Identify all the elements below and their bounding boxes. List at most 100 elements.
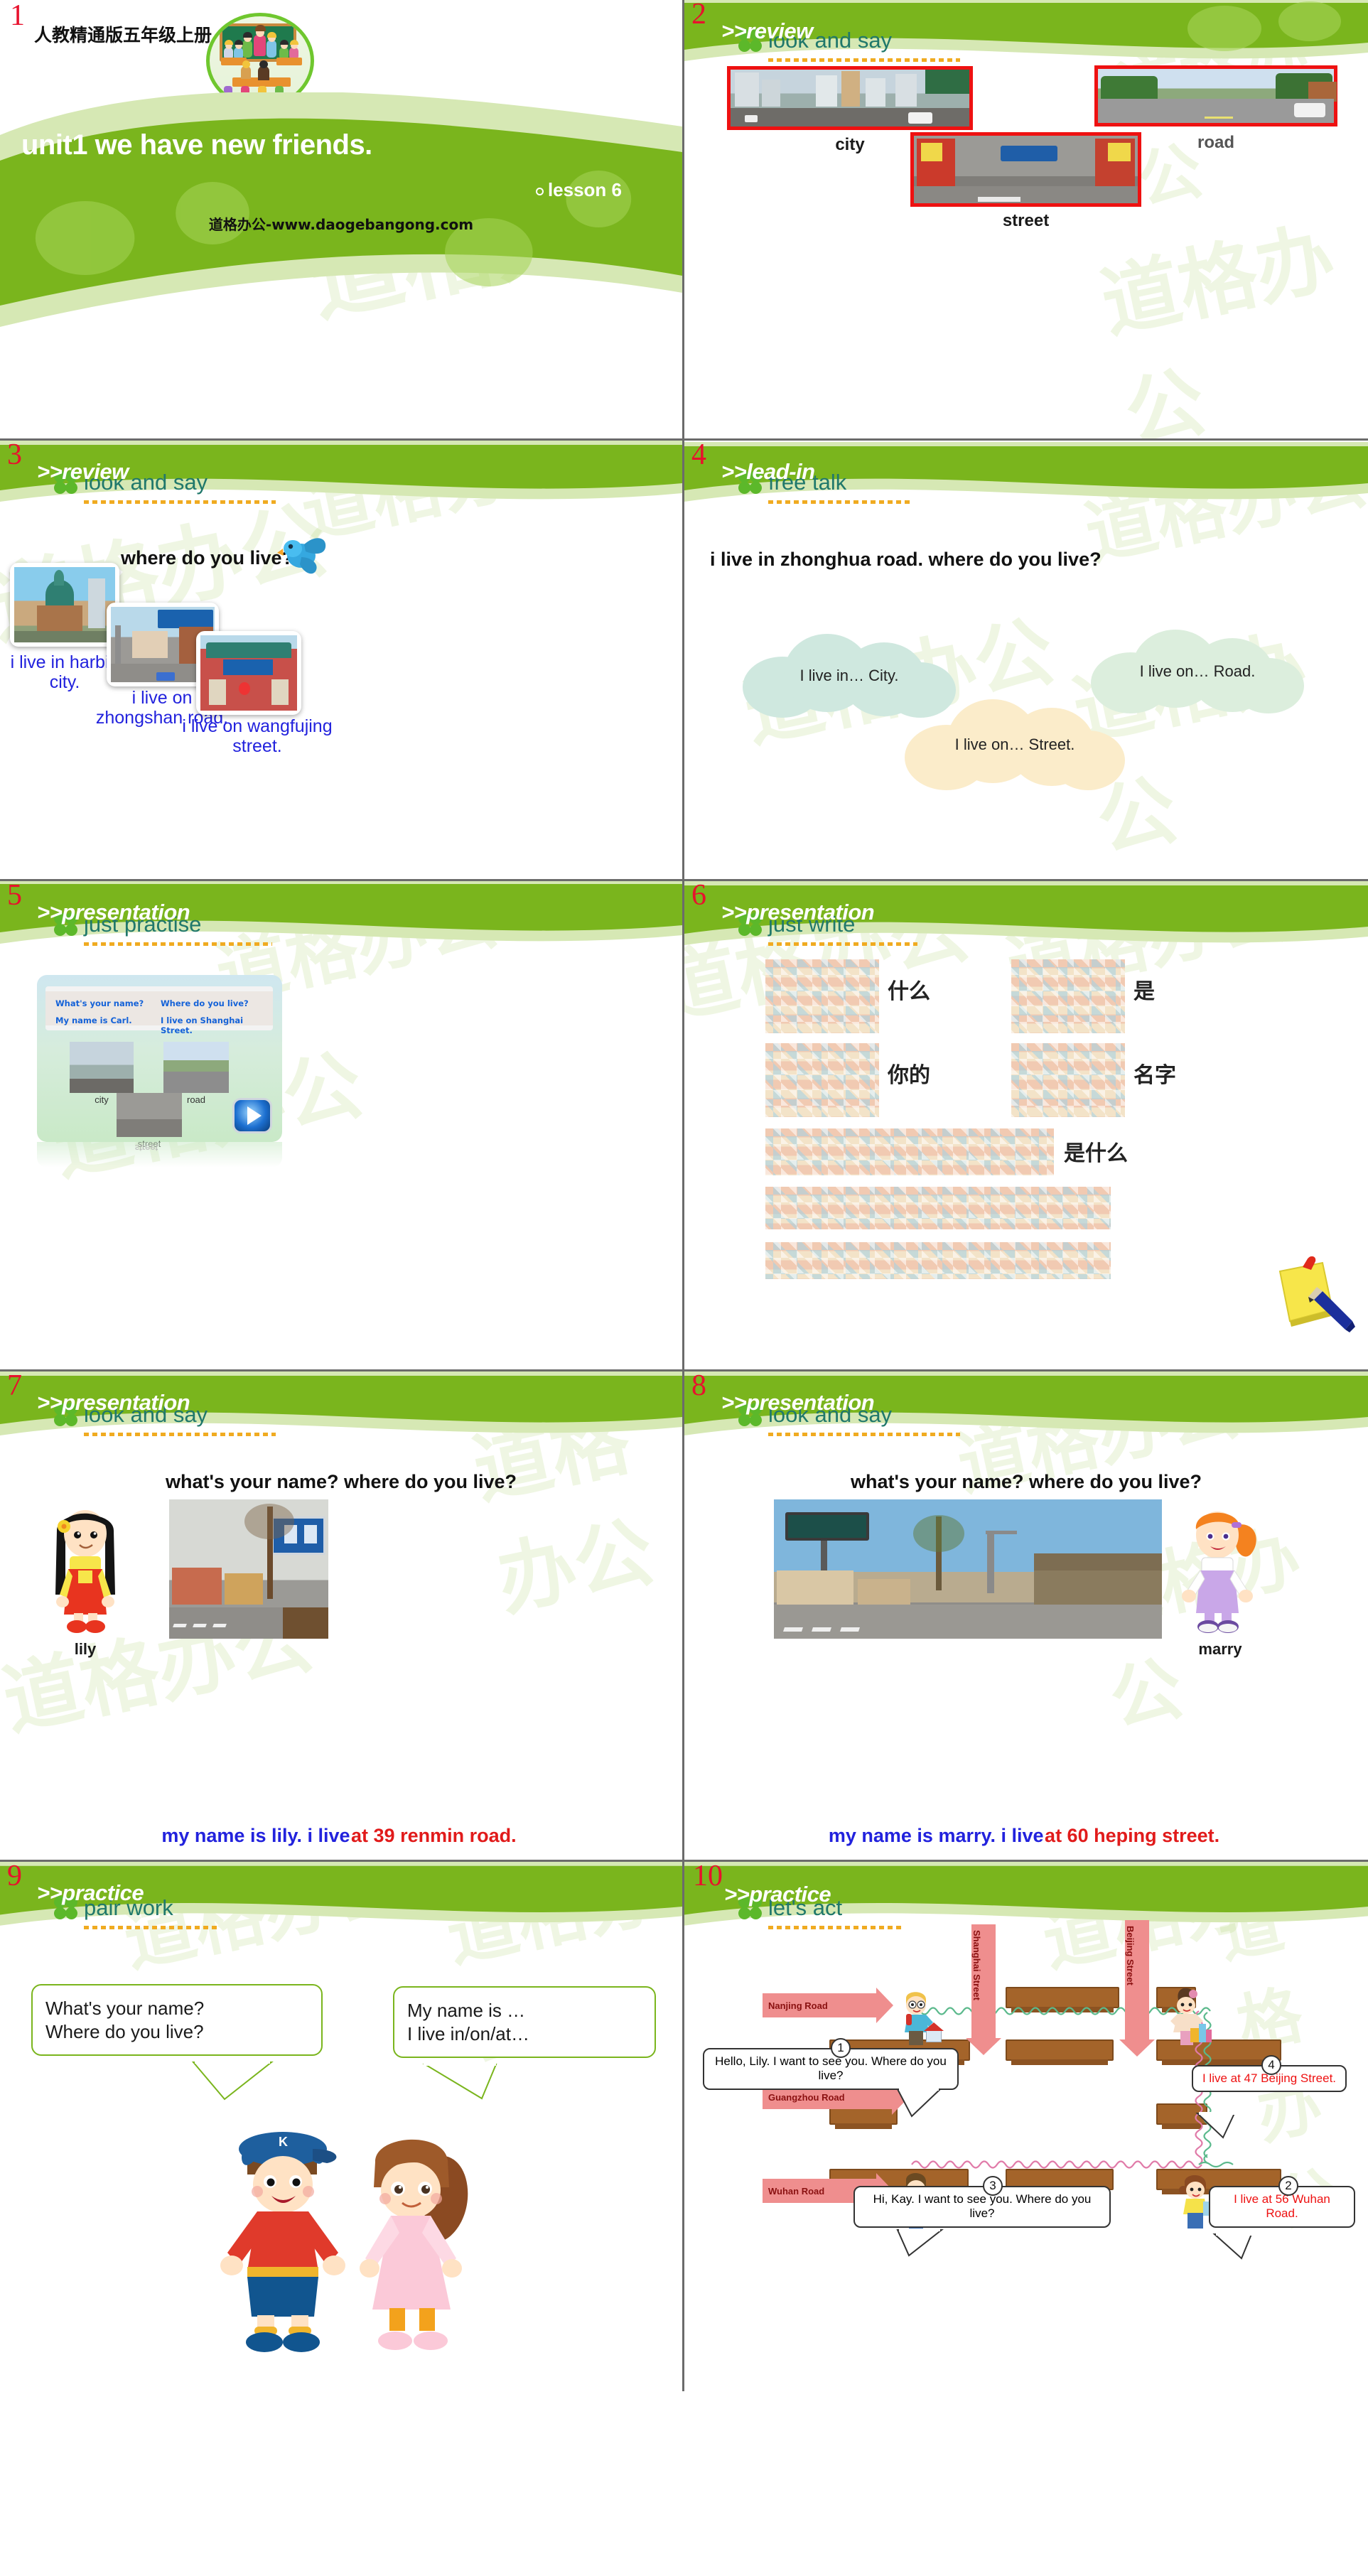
bubble-number-3: 3: [983, 2176, 1003, 2196]
section-underline: [84, 500, 276, 504]
photo-street: [117, 1093, 182, 1137]
section-underline: [768, 58, 960, 62]
photo-heping-street: [774, 1499, 1162, 1639]
section-underline: [768, 500, 910, 504]
slide-number: 1: [10, 0, 25, 32]
name-label-lily: lily: [74, 1640, 97, 1658]
answer-text-lily: my name is lily. i live at 39 renmin roa…: [0, 1825, 682, 1847]
character-girl: [360, 2139, 468, 2350]
photo-card-harbin: [10, 563, 119, 647]
word-tile: [765, 1128, 1054, 1175]
banner-label: >>presentation: [37, 900, 190, 925]
photo-city: [727, 66, 973, 130]
notepad-pencil-icon: [1278, 1256, 1355, 1332]
footer-url: 道格办公-www.daogebangong.com: [208, 216, 474, 233]
section-underline: [84, 1926, 220, 1929]
word-tile: [765, 1187, 1111, 1229]
photo-street: [910, 132, 1141, 207]
slide-7: 道格办公 道格办公 7 >>presentation look and say …: [0, 1371, 684, 1862]
play-button[interactable]: [232, 1098, 272, 1133]
page-title: unit1 we have new friends.: [21, 129, 372, 161]
watermark: 道格办公: [294, 441, 590, 555]
photo-city: [70, 1042, 134, 1093]
caption-street: street: [1002, 211, 1050, 230]
bubble-number-1: 1: [831, 2038, 851, 2058]
road-nanjing: Nanjing Road: [763, 1988, 893, 2023]
building-icon: [1190, 2024, 1212, 2042]
bubble-line-2: I live in/on/at…: [407, 2022, 529, 2044]
road-label: Guangzhou Road: [768, 2091, 845, 2103]
scroll-q2: Where do you live?: [161, 998, 249, 1008]
section-underline: [768, 1926, 903, 1929]
sun-icon: [535, 187, 544, 195]
bubble-tail-3: [896, 2229, 944, 2257]
slide-3: 道格办公 道格办公 3 >>review look and say where …: [0, 441, 684, 881]
svg-text:K: K: [279, 2135, 288, 2149]
slide-grid: 道格办公 道格办公 1 人教精通版五年级上册: [0, 0, 1368, 2576]
photo-card-wangfujing: [196, 631, 301, 715]
speech-bubble-3: Hi, Kay. I want to see you. Where do you…: [853, 2186, 1111, 2228]
dialogue-scroll: What's your name? My name is Carl. Where…: [45, 986, 273, 1035]
cloud-bubble-street: I live on… Street.: [905, 696, 1125, 792]
answer-blue: my name is marry. i live: [828, 1825, 1050, 1846]
scroll-a2: I live on Shanghai Street.: [161, 1015, 244, 1035]
character-marry: [1182, 1511, 1256, 1633]
bubble-number-4: 4: [1261, 2055, 1281, 2075]
banner-label: >>presentation: [721, 1390, 875, 1415]
bubble-tail-right: [422, 2063, 497, 2100]
slide-number: 8: [691, 1371, 706, 1402]
slide-8: 道格办公 道格办公 8 >>presentation look and say …: [684, 1371, 1368, 1862]
banner-label: >>presentation: [721, 900, 875, 925]
slide-1: 道格办公 道格办公 1 人教精通版五年级上册: [0, 0, 684, 441]
banner-label: >>practice: [724, 1882, 831, 1907]
bubble-tail-2: [1212, 2233, 1253, 2260]
street-beijing: Beijing Street: [1119, 1920, 1155, 2057]
question-text: what's your name? where do you live?: [850, 1471, 1202, 1492]
name-label-marry: marry: [1198, 1640, 1242, 1658]
slide-subtitle: 人教精通版五年级上册: [34, 25, 212, 45]
character-lily: [55, 1510, 115, 1633]
word-label: 名字: [1133, 1063, 1176, 1088]
play-icon: [247, 1106, 262, 1125]
watermark: 道格办公: [117, 1862, 412, 1983]
banner-label: >>review: [721, 18, 813, 43]
section-underline: [768, 942, 917, 946]
section-underline: [768, 1433, 960, 1436]
street-shanghai: Shanghai Street: [966, 1924, 1001, 2055]
house-icon: [924, 2022, 944, 2042]
answer-red: at 60 heping street.: [1045, 1825, 1220, 1846]
word-tile: [1011, 1043, 1125, 1117]
word-tile: [765, 1242, 1111, 1279]
cloud-text: I live on… Street.: [954, 735, 1075, 753]
speech-bubble-1: Hello, Lily. I want to see you. Where do…: [703, 2048, 959, 2090]
watermark: 道格办公: [1078, 441, 1368, 576]
bubble-number-2: 2: [1278, 2176, 1298, 2196]
slide-number: 10: [693, 1862, 723, 1892]
answer-red: at 39 renmin road.: [351, 1825, 517, 1846]
answer-text-marry: my name is marry. i live at 60 heping st…: [684, 1825, 1368, 1847]
caption-wangfujing: i live on wangfujing street.: [182, 716, 333, 756]
section-underline: [84, 942, 272, 946]
answer-blue: my name is lily. i live: [161, 1825, 356, 1846]
photo-renmin-road: [169, 1499, 328, 1639]
watermark: 道格办公: [465, 1394, 662, 1627]
photo-road: [163, 1042, 229, 1093]
reflection-caption: street: [134, 1143, 158, 1153]
road-label: Nanjing Road: [768, 2000, 828, 2011]
lesson-text: lesson 6: [547, 179, 622, 200]
practise-panel: What's your name? My name is Carl. Where…: [37, 975, 282, 1149]
bubble-line-1: What's your name?: [45, 1998, 205, 2019]
slide-number: 4: [691, 441, 706, 471]
section-underline: [84, 1433, 276, 1436]
word-tile: [765, 959, 879, 1033]
photo-road: [1094, 65, 1337, 126]
street-label: Beijing Street: [1125, 1926, 1136, 1985]
slide-2: 道格办公 道格办公 2 >>review look and say city r…: [684, 0, 1368, 441]
banner-label: >>lead-in: [721, 459, 815, 484]
speech-bubble-question: What's your name? Where do you live?: [31, 1984, 323, 2056]
bubble-line-1: My name is …: [407, 2000, 526, 2021]
slide-4: 道格办公 道格办公 道格办公 4 >>lead-in free talk i l…: [684, 441, 1368, 881]
slide-number: 9: [7, 1862, 22, 1892]
scroll-q1: What's your name?: [55, 998, 144, 1008]
speech-bubble-answer: My name is … I live in/on/at…: [393, 1986, 656, 2058]
